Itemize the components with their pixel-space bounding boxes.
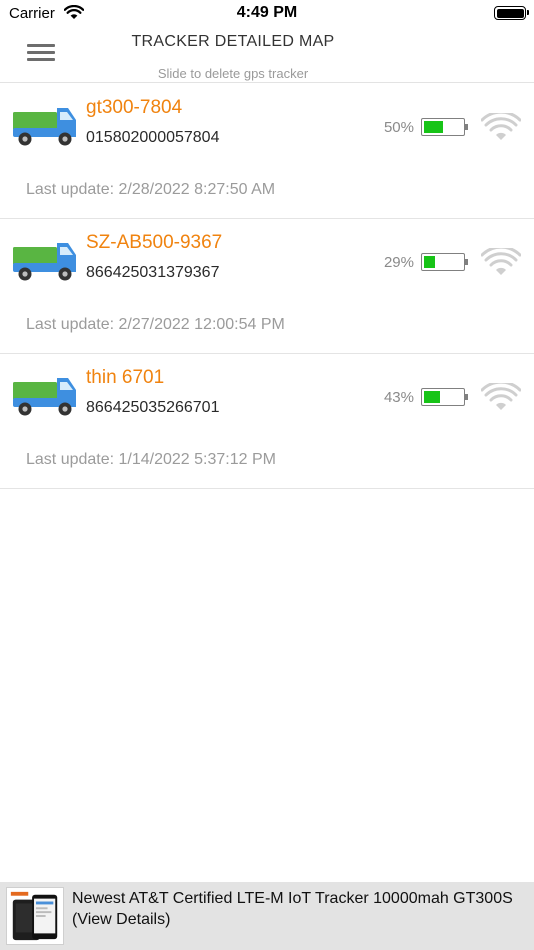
last-update: Last update: 2/27/2022 12:00:54 PM (26, 316, 285, 333)
truck-icon (13, 243, 76, 281)
tracker-row[interactable]: SZ-AB500-9367 866425031379367 29% Last u… (0, 219, 534, 354)
truck-icon (13, 108, 76, 146)
wifi-signal-icon (481, 383, 521, 410)
battery-icon (421, 253, 468, 271)
battery-icon (421, 388, 468, 406)
page-subtitle: Slide to delete gps tracker (157, 66, 309, 81)
system-battery-icon (494, 6, 529, 20)
page-title: TRACKER DETAILED MAP (131, 33, 335, 50)
wifi-signal-icon (481, 248, 521, 275)
battery-percent: 29% (383, 254, 414, 271)
last-update: Last update: 1/14/2022 5:37:12 PM (26, 451, 276, 468)
tracker-name: thin 6701 (86, 367, 165, 388)
battery-level (424, 256, 436, 268)
tracker-imei: 015802000057804 (86, 129, 220, 146)
tracker-imei: 866425035266701 (86, 399, 220, 416)
tracker-list: gt300-7804 015802000057804 50% Last upda… (0, 84, 534, 489)
tracker-row[interactable]: gt300-7804 015802000057804 50% Last upda… (0, 84, 534, 219)
battery-percent: 50% (383, 119, 414, 136)
battery-percent: 43% (383, 389, 414, 406)
status-time: 4:49 PM (236, 4, 298, 21)
wifi-signal-icon (481, 113, 521, 140)
last-update: Last update: 2/28/2022 8:27:50 AM (26, 181, 276, 198)
ad-text: Newest AT&T Certified LTE-M IoT Tracker … (72, 890, 513, 928)
ad-banner[interactable]: Newest AT&T Certified LTE-M IoT Tracker … (0, 882, 534, 950)
battery-level (424, 121, 443, 133)
truck-icon (13, 378, 76, 416)
battery-icon (421, 118, 468, 136)
tracker-name: gt300-7804 (86, 97, 183, 118)
tracker-imei: 866425031379367 (86, 264, 220, 281)
battery-level (424, 391, 441, 403)
tracker-row[interactable]: thin 6701 866425035266701 43% Last updat… (0, 354, 534, 489)
nav-bar: TRACKER DETAILED MAP Slide to delete gps… (0, 30, 534, 83)
tracker-device-thumbnail (6, 887, 64, 945)
tracker-name: SZ-AB500-9367 (86, 232, 223, 253)
status-bar: Carrier 4:49 PM (0, 0, 534, 30)
